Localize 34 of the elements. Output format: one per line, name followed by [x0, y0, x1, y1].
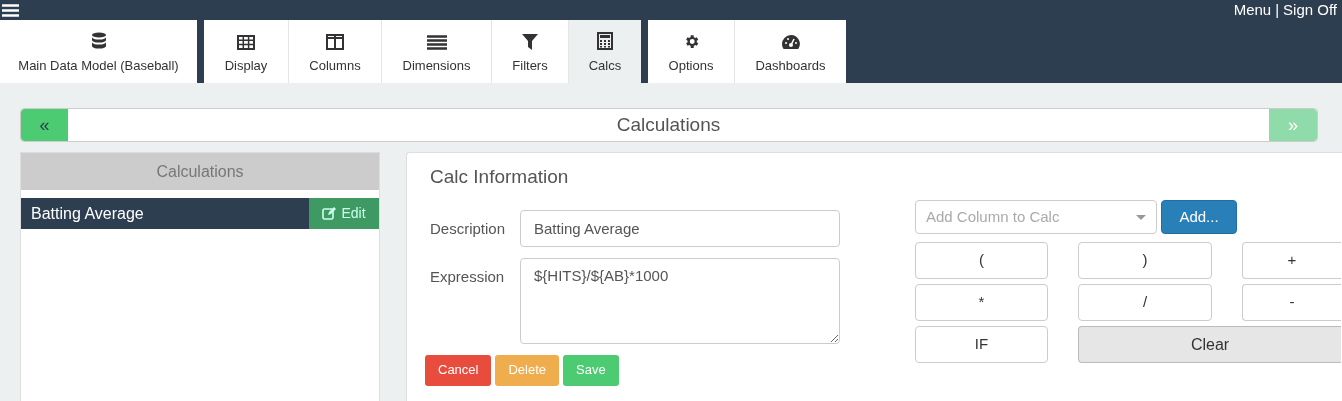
database-icon: [90, 31, 107, 50]
top-link[interactable]: Menu: [1233, 0, 1272, 22]
panel-header: Calculations: [21, 153, 379, 190]
cancel-button[interactable]: Cancel: [425, 354, 492, 386]
keypad-button[interactable]: (: [915, 242, 1048, 279]
list-item[interactable]: Batting Average Edit: [21, 198, 379, 229]
field-label: Expression: [430, 266, 506, 287]
keypad-button[interactable]: ): [1078, 242, 1212, 279]
table-icon: [237, 34, 255, 50]
keypad-button[interactable]: +: [1242, 242, 1341, 279]
calculator-icon: [597, 31, 613, 50]
gauge-icon: [780, 33, 801, 50]
field-label: Description: [430, 218, 507, 239]
previous-button[interactable]: «: [21, 109, 68, 141]
tab[interactable]: Calcs: [568, 20, 641, 83]
item-label: Batting Average: [30, 203, 144, 224]
add-button[interactable]: Add...: [1161, 200, 1237, 234]
edit-icon: [322, 207, 337, 220]
keypad-button[interactable]: *: [915, 284, 1048, 321]
list-icon: [426, 34, 447, 50]
keypad-button[interactable]: IF: [915, 326, 1048, 363]
separator: |: [1275, 0, 1280, 20]
expression-field[interactable]: ${HITS}/${AB}*1000: [520, 257, 840, 344]
filter-icon: [522, 33, 538, 50]
page-title: Calculations: [616, 112, 721, 137]
keypad-button[interactable]: -: [1242, 284, 1341, 321]
menu-icon[interactable]: [2, 3, 19, 17]
section-title: Calc Information: [430, 165, 570, 189]
columns-icon: [326, 33, 344, 50]
top-link[interactable]: Sign Off: [1283, 0, 1337, 22]
clear-button[interactable]: Clear: [1078, 326, 1341, 363]
description-field[interactable]: Batting Average: [520, 209, 840, 247]
caret-icon: [1136, 214, 1146, 220]
keypad-button[interactable]: /: [1078, 284, 1212, 321]
